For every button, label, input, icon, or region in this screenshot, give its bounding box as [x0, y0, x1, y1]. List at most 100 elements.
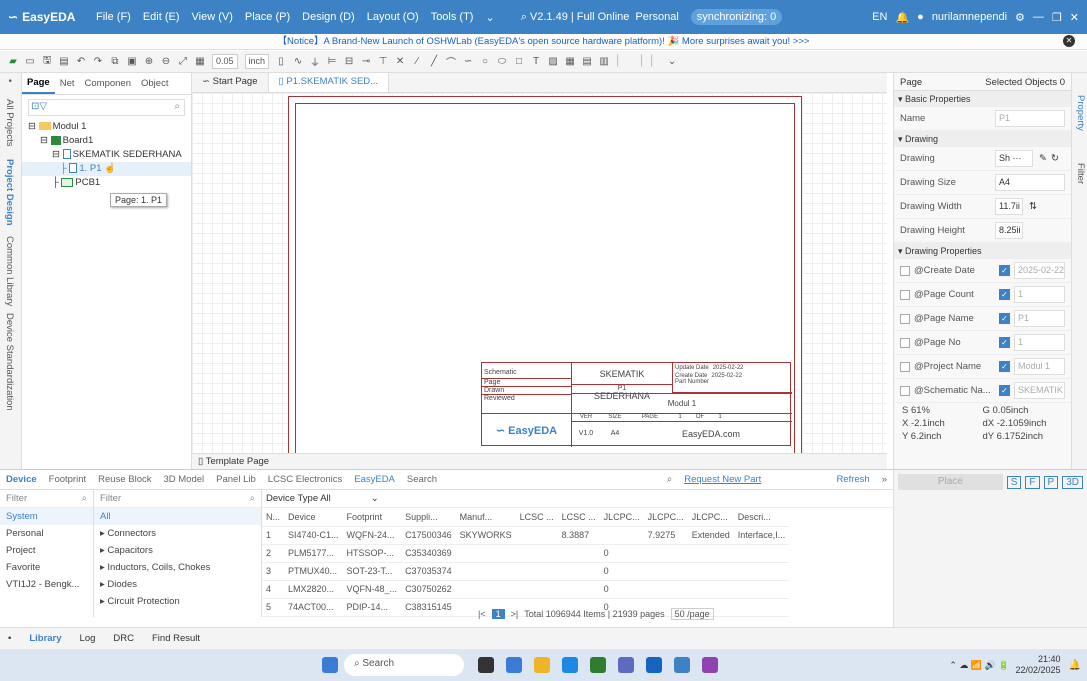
restore-icon[interactable]: ❐ — [1052, 11, 1062, 24]
tab-easyeda[interactable]: EasyEDA — [348, 474, 401, 485]
column-header[interactable]: N... — [262, 508, 285, 527]
tab-filter[interactable]: Filter — [1075, 163, 1086, 184]
distribute-icon[interactable]: ▥ — [599, 56, 609, 67]
tab-footprint[interactable]: Footprint — [43, 474, 93, 485]
property-enabled-checkbox[interactable]: ✓ — [999, 385, 1010, 396]
zoom-in-icon[interactable]: ⊕ — [144, 56, 154, 67]
category-inductors[interactable]: ▸ Inductors, Coils, Chokes — [94, 559, 261, 576]
property-value[interactable]: P1 — [1014, 310, 1065, 327]
menu-place[interactable]: Place (P) — [239, 11, 296, 23]
tab-schematic-page[interactable]: ▯ P1.SKEMATIK SED... — [268, 73, 390, 92]
tab-panel-lib[interactable]: Panel Lib — [210, 474, 262, 485]
notification-bell-icon[interactable]: 🔔 — [1069, 660, 1087, 671]
user-name[interactable]: nurilamnependi — [932, 11, 1007, 23]
store-icon[interactable] — [506, 657, 522, 673]
probe-icon[interactable]: ⁄ — [412, 56, 422, 67]
tree-node-board[interactable]: ⊟ Board1 — [22, 134, 191, 148]
column-header[interactable]: Descri... — [733, 508, 790, 527]
drawing-size-select[interactable]: A4 — [995, 174, 1065, 191]
notification-icon[interactable]: 🔔 — [895, 11, 909, 24]
tab-drc[interactable]: DRC — [113, 633, 134, 644]
preview-button[interactable]: P — [1043, 475, 1059, 489]
notice-link[interactable]: 【Notice】A Brand-New Launch of OSHWLab (E… — [278, 36, 810, 47]
category-capacitors[interactable]: ▸ Capacitors — [94, 542, 261, 559]
tree-node-page[interactable]: ├ 1. P1 ☝ — [22, 162, 191, 176]
pin-icon[interactable]: ⊸ — [361, 56, 371, 67]
name-field[interactable]: P1 — [995, 110, 1065, 127]
tab-library[interactable]: Library — [29, 633, 61, 644]
tab-property[interactable]: Property — [1075, 95, 1086, 131]
taskbar-search[interactable]: ⌕ Search — [344, 654, 464, 676]
menu-more-chevron-icon[interactable]: ⌄ — [479, 11, 500, 24]
category-diodes[interactable]: ▸ Diodes — [94, 576, 261, 593]
footprint-view-button[interactable]: F — [1025, 475, 1040, 489]
menu-toggle-icon[interactable]: ▰ — [8, 56, 18, 67]
refresh-button[interactable]: Refresh — [830, 474, 875, 485]
tab-device-standardization[interactable]: Device Standardization — [4, 313, 15, 411]
tab-reuse-block[interactable]: Reuse Block — [92, 474, 157, 485]
wire-icon[interactable]: ∿ — [293, 56, 303, 67]
drawing-height-field[interactable]: 8.25ii — [995, 222, 1023, 239]
app-icon[interactable] — [702, 657, 718, 673]
tab-common-library[interactable]: Common Library — [4, 236, 15, 306]
language-button[interactable]: EN — [872, 11, 887, 23]
tab-page-properties[interactable]: Page — [900, 77, 922, 88]
image-icon[interactable]: ▨ — [548, 56, 558, 67]
line-icon[interactable]: ╱ — [429, 56, 439, 67]
next-page-icon[interactable]: >| — [511, 609, 519, 619]
tab-find-result[interactable]: Find Result — [152, 633, 200, 644]
property-visibility-checkbox[interactable] — [900, 337, 910, 348]
app-logo[interactable]: ∽ EasyEDA — [0, 10, 90, 24]
property-enabled-checkbox[interactable]: ✓ — [999, 265, 1010, 276]
easyeda-app-icon[interactable] — [674, 657, 690, 673]
search-icon[interactable]: ⌕ — [174, 101, 180, 112]
column-header[interactable]: LCSC ... — [557, 508, 600, 527]
tab-start-page[interactable]: ∽ Start Page — [192, 73, 269, 92]
column-header[interactable]: Device — [284, 508, 343, 527]
expand-icon[interactable]: » — [876, 474, 893, 485]
close-icon[interactable]: ✕ — [1070, 11, 1079, 24]
menu-view[interactable]: View (V) — [186, 11, 239, 23]
more-chevron-icon[interactable]: ⌄ — [667, 56, 677, 67]
source-favorite[interactable]: Favorite — [0, 559, 93, 576]
category-circuit-protection[interactable]: ▸ Circuit Protection — [94, 593, 261, 610]
tab-template-page[interactable]: ▯ Template Page — [198, 456, 269, 467]
property-visibility-checkbox[interactable] — [900, 265, 910, 276]
rectangle-icon[interactable]: □ — [514, 56, 524, 67]
save-icon[interactable]: 🖫 — [42, 53, 52, 70]
tree-node-schematic[interactable]: ⊟ SKEMATIK SEDERHANA — [22, 148, 191, 162]
save-all-icon[interactable]: ▤ — [59, 56, 69, 67]
property-value[interactable]: 1 — [1014, 286, 1065, 303]
column-header[interactable]: Footprint — [342, 508, 402, 527]
settings-icon[interactable]: ⚙ — [1015, 11, 1025, 24]
tree-node-modul[interactable]: ⊟ Modul 1 — [22, 120, 191, 134]
source-filter-input[interactable]: Filter ⌕ — [0, 490, 93, 508]
table-row[interactable]: 4 LMX2820... VQFN-48_... C30750262 0 — [262, 580, 790, 599]
basic-properties-section[interactable]: ▾ Basic Properties — [894, 91, 1071, 107]
zoom-out-icon[interactable]: ⊖ — [161, 56, 171, 67]
drawing-width-field[interactable]: 11.7ii — [995, 198, 1023, 215]
current-page[interactable]: 1 — [491, 609, 505, 619]
menu-design[interactable]: Design (D) — [296, 11, 361, 23]
column-header[interactable]: LCSC ... — [515, 508, 558, 527]
schematic-canvas[interactable]: Schematic Page Drawn Reviewed SKEMATIK S… — [192, 93, 887, 453]
text-icon[interactable]: T — [531, 56, 541, 67]
filter-icon[interactable]: ⊡▽ — [31, 101, 47, 112]
source-team[interactable]: VTI1J2 - Bengk... — [0, 576, 93, 593]
column-header[interactable]: Suppli... — [401, 508, 456, 527]
search-icon[interactable]: ⌕ — [661, 474, 678, 485]
tab-all-projects[interactable]: All Projects — [4, 99, 15, 147]
property-value[interactable]: Modul 1 — [1014, 358, 1065, 375]
source-system[interactable]: System — [0, 508, 93, 525]
property-enabled-checkbox[interactable]: ✓ — [999, 313, 1010, 324]
grid-size-select[interactable]: 0.05 — [212, 54, 238, 69]
grid-icon[interactable]: ▦ — [195, 56, 205, 67]
edge-icon[interactable] — [562, 657, 578, 673]
category-filter-input[interactable]: Filter ⌕ — [94, 490, 261, 508]
column-header[interactable]: Manuf... — [455, 508, 516, 527]
tab-selected-objects[interactable]: Selected Objects 0 — [985, 77, 1065, 88]
column-header[interactable]: JLCPC... — [643, 508, 688, 527]
file-explorer-icon[interactable] — [534, 657, 550, 673]
tab-net[interactable]: Net — [55, 78, 80, 89]
category-connectors[interactable]: ▸ Connectors — [94, 525, 261, 542]
